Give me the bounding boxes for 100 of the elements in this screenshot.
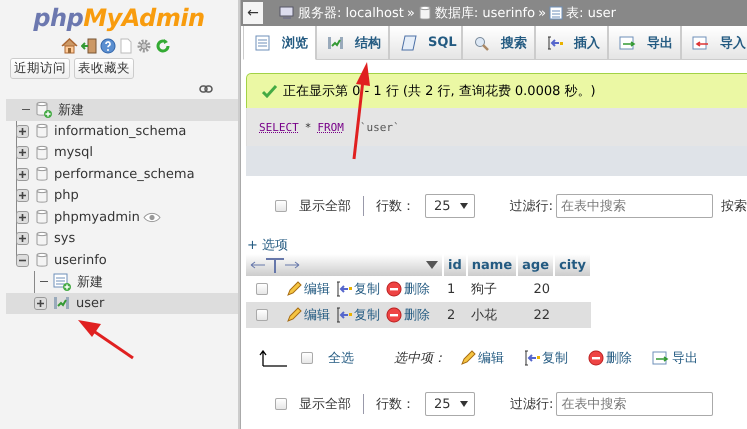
tree-item[interactable]: sys — [52, 231, 76, 246]
column-header[interactable]: city — [554, 254, 591, 276]
sort-caret-icon[interactable] — [426, 261, 438, 269]
tree-item[interactable]: php — [52, 188, 79, 204]
tab[interactable]: 结构 — [316, 26, 389, 60]
plus-icon — [18, 170, 26, 179]
edit-link[interactable]: 编辑 — [460, 349, 504, 367]
dropdown-caret-icon — [460, 203, 468, 209]
eye-icon[interactable] — [142, 212, 161, 223]
rows-select[interactable]: 25 — [424, 194, 475, 218]
new-table-icon[interactable] — [53, 272, 72, 291]
app-logo[interactable]: phpMyAdmin — [0, 0, 238, 32]
tab[interactable]: SQL — [389, 26, 462, 60]
table-cell: 小花 — [466, 302, 518, 328]
expand-button[interactable] — [16, 168, 28, 181]
structure-icon[interactable] — [53, 295, 71, 312]
insert-icon — [336, 281, 352, 297]
tab[interactable]: 导入 — [681, 26, 747, 60]
tab-button[interactable]: 表收藏夹 — [74, 58, 134, 79]
expand-button[interactable] — [16, 146, 28, 160]
options-link[interactable]: + 选项 — [247, 236, 288, 254]
tab[interactable]: 插入 — [535, 26, 608, 60]
breadcrumb-link[interactable]: 数据库: userinfo — [434, 4, 536, 22]
tab[interactable]: 浏览 — [243, 26, 316, 60]
help-icon[interactable] — [100, 38, 116, 54]
reload-icon[interactable] — [155, 38, 171, 54]
column-header[interactable]: name — [466, 254, 518, 276]
sql-query: SELECT * FROM `user` — [246, 108, 747, 146]
breadcrumb-link[interactable]: 表: user — [566, 4, 616, 22]
table-cell: 20 — [517, 276, 554, 302]
tree-item[interactable]: 新建 — [75, 272, 103, 291]
tree-item[interactable]: information_schema — [52, 124, 186, 139]
database-icon — [35, 252, 49, 268]
export-icon — [652, 350, 670, 366]
insert-icon — [336, 307, 352, 323]
database-icon — [35, 144, 49, 161]
column-header[interactable]: age — [517, 254, 554, 276]
tab-button[interactable]: 近期访问 — [10, 58, 70, 79]
plus-icon — [18, 212, 26, 222]
expand-button[interactable] — [16, 232, 28, 246]
copy-link[interactable]: 复制 — [336, 306, 380, 324]
checkbox[interactable] — [256, 283, 268, 295]
tree-item[interactable]: phpmyadmin — [52, 210, 140, 225]
database-icon — [35, 123, 49, 140]
checkbox[interactable] — [256, 309, 268, 321]
checkbox[interactable] — [275, 200, 287, 212]
tree-item[interactable]: mysql — [52, 145, 93, 160]
status-message: 正在显示第 0 - 1 行 (共 2 行, 查询花费 0.0008 秒。) — [283, 83, 596, 100]
settings-icon[interactable] — [136, 38, 152, 54]
collapse-button[interactable] — [16, 254, 28, 267]
search-icon — [473, 34, 491, 50]
copy-link[interactable]: 复制 — [524, 349, 568, 367]
scroll-icon — [400, 34, 418, 50]
checkbox[interactable] — [301, 352, 313, 364]
delete-link[interactable]: 删除 — [588, 349, 632, 367]
column-resize-icon[interactable] — [250, 257, 300, 273]
filter-input[interactable]: 在表中搜索 — [556, 392, 714, 416]
delete-icon — [386, 307, 402, 323]
rows-select[interactable]: 25 — [425, 392, 475, 416]
tree-item[interactable]: userinfo — [52, 252, 107, 268]
checkbox-label[interactable]: 显示全部 — [299, 395, 351, 413]
expand-button[interactable] — [16, 210, 28, 224]
tree-item[interactable]: performance_schema — [52, 166, 195, 182]
door-icon[interactable] — [81, 38, 97, 54]
edit-link[interactable]: 编辑 — [286, 306, 330, 324]
expand-button[interactable] — [16, 124, 28, 138]
pencil-icon — [286, 281, 302, 297]
delete-link[interactable]: 删除 — [386, 280, 430, 298]
delete-link[interactable]: 删除 — [386, 306, 430, 324]
expand-button[interactable] — [16, 189, 28, 202]
dropdown-caret-icon — [460, 401, 468, 407]
rows-label: 行数： — [376, 396, 415, 413]
tab[interactable]: 搜索 — [462, 26, 535, 60]
filter-label: 过滤行: — [510, 396, 554, 413]
plus-icon — [18, 191, 26, 200]
tab[interactable]: 导出 — [608, 26, 681, 60]
column-header[interactable]: id — [443, 254, 467, 276]
checkbox[interactable] — [275, 398, 287, 410]
pencil-icon — [460, 350, 476, 366]
delete-icon — [386, 281, 402, 297]
database-icon — [35, 188, 49, 204]
database-icon — [35, 166, 49, 182]
checkbox-label[interactable]: 显示全部 — [299, 197, 351, 215]
tree-item[interactable]: 新建 — [56, 100, 84, 119]
home-icon[interactable] — [61, 38, 78, 54]
back-button[interactable]: ← — [243, 2, 263, 24]
export-link[interactable]: 导出 — [652, 349, 698, 367]
filter-input[interactable]: 在表中搜索 — [556, 194, 713, 218]
table-cell: 2 — [443, 302, 467, 328]
copy-link[interactable]: 复制 — [336, 280, 380, 298]
new-database-icon[interactable] — [35, 100, 53, 119]
tree-item[interactable]: user — [74, 296, 104, 311]
link-icon[interactable] — [199, 85, 213, 93]
edit-link[interactable]: 编辑 — [286, 280, 330, 298]
select-all-label[interactable]: 全选 — [328, 349, 354, 367]
breadcrumb-link[interactable]: 服务器: localhost — [298, 4, 404, 22]
with-selected-label: 选中项： — [394, 350, 446, 367]
plus-icon — [18, 234, 26, 244]
expand-button[interactable] — [34, 296, 46, 310]
table-cell: 22 — [517, 302, 554, 328]
